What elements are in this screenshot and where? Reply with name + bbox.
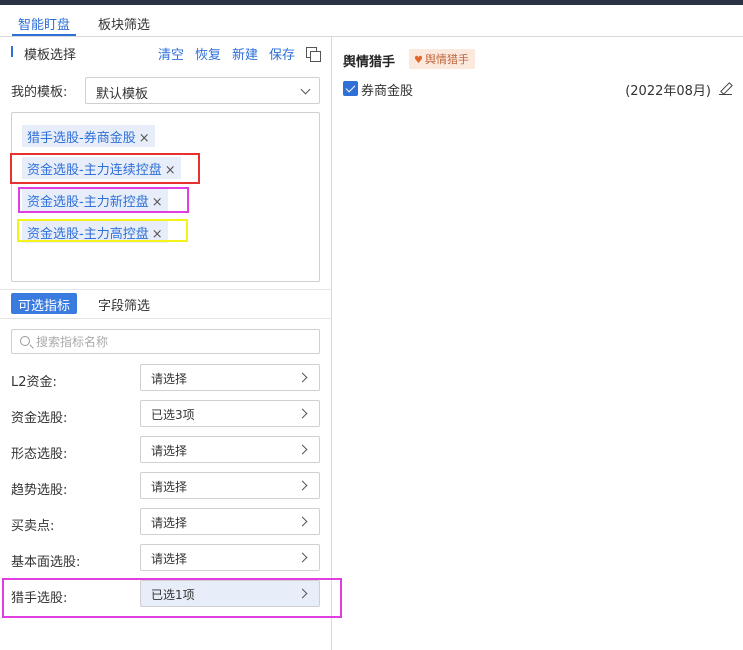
indicator-value: 已选3项 <box>151 408 195 422</box>
chevron-right-icon <box>297 480 308 491</box>
indicator-row: L2资金: 请选择 <box>0 364 332 392</box>
item-name: 券商金股 <box>361 84 414 99</box>
template-actions: 清空 恢复 新建 保存 <box>158 44 321 63</box>
highlight-box-magenta <box>2 578 342 618</box>
search-icon <box>20 336 30 346</box>
indicator-row: 形态选股: 请选择 <box>0 436 332 464</box>
indicator-label: 买卖点: <box>11 519 55 534</box>
chevron-right-icon <box>297 444 308 455</box>
tag-item: 猎手选股-券商金股 × <box>22 125 155 147</box>
chevron-down-icon <box>300 84 311 95</box>
tab-sector-filter[interactable]: 板块筛选 <box>98 14 150 36</box>
indicator-picker[interactable]: 请选择 <box>140 544 320 571</box>
template-select-value: 默认模板 <box>96 87 149 102</box>
divider <box>0 289 332 290</box>
indicator-value: 请选择 <box>151 372 188 386</box>
indicator-row: 资金选股: 已选3项 <box>0 400 332 428</box>
left-panel: 模板选择 清空 恢复 新建 保存 我的模板: 默认模板 猎手选股-券商金股 × 资… <box>0 37 332 650</box>
source-badge: ♥ 舆情猎手 <box>409 49 475 69</box>
divider <box>0 318 332 319</box>
section-marker <box>11 46 13 57</box>
indicator-search <box>11 329 320 354</box>
indicator-picker[interactable]: 请选择 <box>140 472 320 499</box>
indicator-label: 形态选股: <box>11 447 68 462</box>
template-header: 模板选择 清空 恢复 新建 保存 <box>0 37 332 69</box>
indicator-picker[interactable]: 请选择 <box>140 364 320 391</box>
tab-smart-watch[interactable]: 智能盯盘 <box>12 14 77 36</box>
clear-button[interactable]: 清空 <box>158 44 184 63</box>
chevron-right-icon <box>297 516 308 527</box>
edit-icon[interactable] <box>719 82 733 96</box>
indicator-picker[interactable]: 请选择 <box>140 436 320 463</box>
my-template-label: 我的模板: <box>11 85 68 100</box>
list-item: 券商金股 (2022年08月) <box>343 79 733 99</box>
indicator-value: 请选择 <box>151 552 188 566</box>
indicator-label: L2资金: <box>11 375 57 390</box>
save-button[interactable]: 保存 <box>269 44 295 63</box>
indicator-picker[interactable]: 请选择 <box>140 508 320 535</box>
copy-icon[interactable] <box>306 46 321 62</box>
chevron-right-icon <box>297 372 308 383</box>
indicator-picker[interactable]: 已选3项 <box>140 400 320 427</box>
highlight-box-magenta <box>18 187 189 213</box>
indicator-value: 请选择 <box>151 516 188 530</box>
top-tabs: 智能盯盘 板块筛选 <box>0 5 743 37</box>
close-icon[interactable]: × <box>139 131 150 146</box>
highlight-box-red <box>10 153 200 184</box>
indicator-row: 基本面选股: 请选择 <box>0 544 332 572</box>
chevron-right-icon <box>297 552 308 563</box>
restore-button[interactable]: 恢复 <box>195 44 221 63</box>
item-checkbox[interactable] <box>343 81 358 96</box>
chevron-right-icon <box>297 408 308 419</box>
indicator-row: 趋势选股: 请选择 <box>0 472 332 500</box>
template-select[interactable]: 默认模板 <box>85 77 320 104</box>
right-panel: 舆情猎手 ♥ 舆情猎手 券商金股 (2022年08月) <box>333 37 743 650</box>
panel-title: 舆情猎手 <box>343 55 396 70</box>
indicator-value: 请选择 <box>151 480 188 494</box>
new-button[interactable]: 新建 <box>232 44 258 63</box>
badge-label: 舆情猎手 <box>424 53 469 66</box>
indicator-label: 资金选股: <box>11 411 68 426</box>
indicator-row: 买卖点: 请选择 <box>0 508 332 536</box>
indicator-label: 趋势选股: <box>11 483 68 498</box>
highlight-box-yellow <box>17 219 188 242</box>
tab-field-filter[interactable]: 字段筛选 <box>91 293 157 314</box>
search-input[interactable] <box>36 333 306 351</box>
heart-icon: ♥ <box>414 55 423 66</box>
tab-available-indicators[interactable]: 可选指标 <box>11 293 78 314</box>
indicator-label: 基本面选股: <box>11 555 81 570</box>
item-date: (2022年08月) <box>625 84 711 99</box>
tag-label: 猎手选股-券商金股 <box>27 131 136 146</box>
template-section-title: 模板选择 <box>24 48 77 63</box>
indicator-value: 请选择 <box>151 444 188 458</box>
